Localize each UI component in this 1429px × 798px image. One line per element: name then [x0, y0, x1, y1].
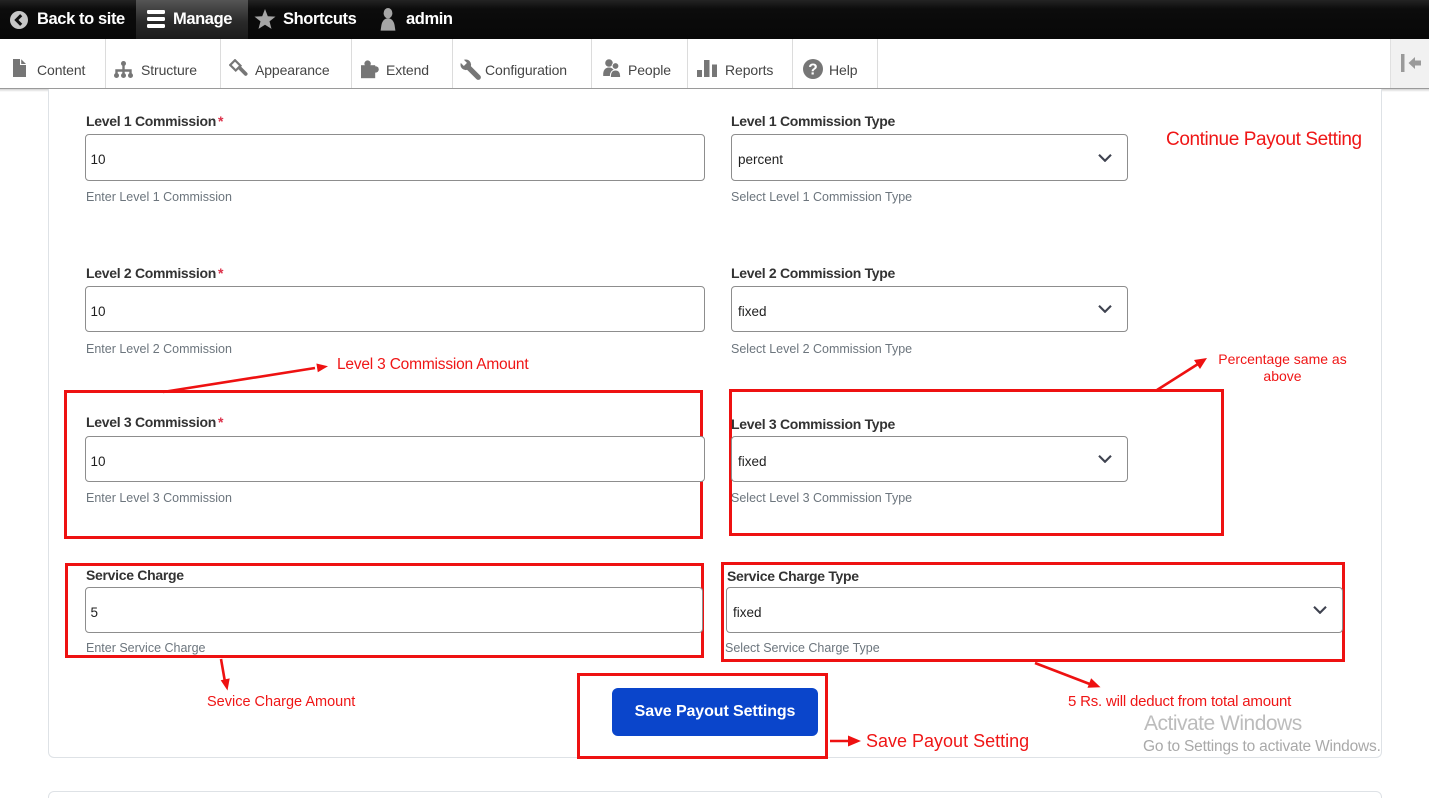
svg-text:?: ?	[808, 62, 817, 79]
